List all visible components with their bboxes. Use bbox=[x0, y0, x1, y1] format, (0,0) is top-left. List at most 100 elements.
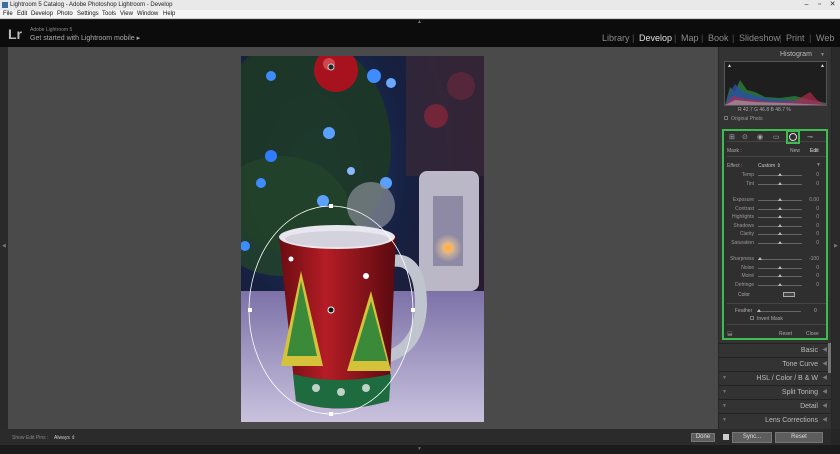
panel-expand-icon[interactable]: ◀ bbox=[822, 400, 827, 413]
panel-expand-icon[interactable]: ◀ bbox=[822, 414, 827, 427]
spot-removal-icon[interactable]: ⊙ bbox=[742, 133, 748, 141]
app-icon bbox=[2, 2, 8, 8]
feather-slider-handle[interactable] bbox=[757, 309, 762, 312]
panel-scrollbar[interactable] bbox=[828, 343, 831, 373]
original-photo-label: Original Photo bbox=[731, 116, 763, 122]
shadow-clip-icon[interactable]: ▲ bbox=[727, 63, 732, 69]
menu-view[interactable]: View bbox=[120, 11, 133, 17]
sync-button[interactable]: Sync... bbox=[732, 432, 772, 443]
graduated-filter-icon[interactable]: ▭ bbox=[773, 133, 780, 141]
panel-toggle-icon[interactable]: ▼ bbox=[722, 400, 727, 413]
reset-button[interactable]: Reset bbox=[779, 331, 792, 337]
minimize-icon[interactable]: – bbox=[800, 0, 813, 9]
expand-left-icon[interactable]: ◀ bbox=[2, 243, 6, 249]
reset-all-button[interactable]: Reset bbox=[775, 432, 823, 443]
lightroom-logo: Lr bbox=[8, 26, 22, 42]
maximize-icon[interactable]: ▫ bbox=[813, 0, 826, 9]
panel-hsl-label: HSL / Color / B & W bbox=[756, 375, 818, 382]
mobile-prompt-link[interactable]: Get started with Lightroom mobile ▸ bbox=[30, 34, 140, 42]
effect-collapse-icon[interactable]: ▼ bbox=[816, 162, 821, 168]
panel-expand-icon[interactable]: ◀ bbox=[822, 372, 827, 385]
slider-handle[interactable] bbox=[778, 215, 782, 218]
menu-settings[interactable]: Settings bbox=[77, 11, 99, 17]
divider bbox=[727, 156, 826, 157]
slider-value: 0 bbox=[816, 214, 819, 220]
panel-hsl[interactable]: ▼ HSL / Color / B & W ◀ bbox=[719, 371, 831, 384]
auto-sync-toggle[interactable] bbox=[723, 434, 729, 440]
slider-handle[interactable] bbox=[778, 265, 782, 269]
left-panel-collapsed[interactable]: ◀ bbox=[0, 47, 8, 429]
red-eye-icon[interactable]: ◉ bbox=[757, 133, 763, 141]
radial-filter-icon[interactable] bbox=[786, 130, 800, 144]
rgb-readout: R 42.7 G 46.8 B 48.7 % bbox=[738, 107, 791, 113]
module-library[interactable]: Library bbox=[602, 33, 630, 43]
module-print[interactable]: Print bbox=[786, 33, 805, 43]
menu-photo[interactable]: Photo bbox=[57, 11, 73, 17]
close-icon[interactable]: ✕ bbox=[826, 0, 839, 9]
menu-develop[interactable]: Develop bbox=[31, 11, 53, 17]
histogram-collapse-icon[interactable]: ▼ bbox=[820, 52, 825, 58]
panel-tone-curve-label: Tone Curve bbox=[782, 361, 818, 368]
panel-detail[interactable]: ▼ Detail ◀ bbox=[719, 399, 831, 412]
menu-window[interactable]: Window bbox=[137, 11, 158, 17]
slider-track[interactable] bbox=[758, 259, 802, 260]
panel-tone-curve[interactable]: Tone Curve ◀ bbox=[719, 357, 831, 370]
histogram-title[interactable]: Histogram bbox=[780, 51, 812, 58]
slider-handle[interactable] bbox=[778, 173, 782, 176]
photo-canvas[interactable] bbox=[241, 56, 484, 422]
slider-handle[interactable] bbox=[778, 206, 782, 210]
mask-new-button[interactable]: New bbox=[790, 148, 800, 154]
christmas-mug-photo[interactable] bbox=[241, 56, 484, 422]
menu-tools[interactable]: Tools bbox=[102, 11, 116, 17]
mask-edit-button[interactable]: Edit bbox=[810, 148, 819, 154]
slider-handle[interactable] bbox=[778, 274, 782, 277]
panel-split-toning[interactable]: ▼ Split Toning ◀ bbox=[719, 385, 831, 398]
bottom-toolbar bbox=[0, 429, 719, 445]
module-map[interactable]: Map bbox=[681, 33, 699, 43]
slider-label: Saturation bbox=[731, 239, 754, 246]
panel-toggle-icon[interactable]: ▼ bbox=[722, 386, 727, 399]
slider-handle[interactable] bbox=[778, 282, 782, 286]
panel-expand-icon[interactable]: ◀ bbox=[822, 358, 827, 371]
filmstrip-collapsed[interactable]: ▼ bbox=[0, 445, 840, 454]
slider-handle[interactable] bbox=[778, 181, 782, 185]
module-develop[interactable]: Develop bbox=[639, 33, 672, 43]
panel-expand-icon[interactable]: ◀ bbox=[822, 344, 827, 357]
crop-tool-icon[interactable]: ⊞ bbox=[729, 133, 735, 141]
histogram[interactable]: ▲ ▲ bbox=[724, 61, 827, 106]
color-label: Color bbox=[738, 292, 750, 298]
done-button[interactable]: Done bbox=[691, 433, 715, 442]
slider-handle[interactable] bbox=[778, 223, 782, 227]
module-book[interactable]: Book bbox=[708, 33, 729, 43]
collapse-top-icon[interactable]: ▲ bbox=[417, 19, 422, 25]
menu-edit[interactable]: Edit bbox=[17, 11, 27, 17]
slider-handle[interactable] bbox=[778, 232, 782, 235]
panel-switch-icon[interactable]: ⬓ bbox=[727, 330, 733, 337]
slider-handle[interactable] bbox=[778, 198, 782, 201]
panel-toggle-icon[interactable]: ▼ bbox=[722, 372, 727, 385]
panel-toggle-icon[interactable]: ▼ bbox=[722, 414, 727, 427]
module-slideshow[interactable]: Slideshow bbox=[739, 33, 780, 43]
expand-right-icon[interactable]: ▶ bbox=[834, 243, 838, 249]
adjustment-brush-icon[interactable]: ⊸ bbox=[807, 133, 813, 141]
slider-value: 0 bbox=[816, 205, 819, 212]
close-button[interactable]: Close bbox=[806, 331, 819, 337]
panel-basic[interactable]: Basic ◀ bbox=[719, 343, 831, 356]
menu-file[interactable]: File bbox=[3, 11, 13, 17]
menu-help[interactable]: Help bbox=[163, 11, 175, 17]
slider-handle[interactable] bbox=[758, 257, 763, 260]
color-swatch[interactable] bbox=[783, 292, 795, 297]
module-web[interactable]: Web bbox=[816, 33, 834, 43]
slider-handle[interactable] bbox=[778, 240, 782, 244]
panel-expand-icon[interactable]: ◀ bbox=[822, 386, 827, 399]
invert-mask-checkbox[interactable] bbox=[750, 316, 754, 320]
right-edge[interactable]: ▶ bbox=[832, 47, 840, 429]
panel-lens-corrections[interactable]: ▼ Lens Corrections ◀ bbox=[719, 413, 831, 426]
highlight-clip-icon[interactable]: ▲ bbox=[820, 63, 825, 69]
effect-preset-dropdown[interactable]: Custom ⇕ bbox=[758, 163, 781, 169]
feather-slider[interactable] bbox=[757, 311, 801, 312]
original-photo-checkbox[interactable] bbox=[724, 116, 728, 120]
expand-filmstrip-icon[interactable]: ▼ bbox=[417, 446, 422, 452]
slider-value: 0 bbox=[816, 273, 819, 279]
show-edit-pins-dropdown[interactable]: Always ⇕ bbox=[54, 435, 75, 441]
